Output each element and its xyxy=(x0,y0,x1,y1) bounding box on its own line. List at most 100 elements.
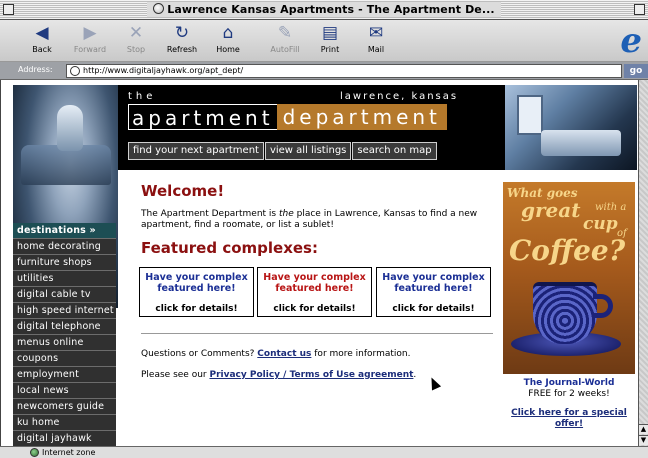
featured-slot-3[interactable]: Have your complex featured here! click f… xyxy=(376,267,491,317)
intro-text: The Apartment Department is the place in… xyxy=(141,209,486,231)
address-bar: Address: http://www.digitaljayhawk.org/a… xyxy=(0,62,648,80)
go-label: go xyxy=(629,66,643,76)
sidebar-item-menus-online[interactable]: menus online xyxy=(13,335,116,351)
privacy-text-end: . xyxy=(413,370,417,380)
sidebar-item-coupons[interactable]: coupons xyxy=(13,351,116,367)
autofill-icon: ✎ xyxy=(277,23,293,43)
address-url: http://www.digitaljayhawk.org/apt_dept/ xyxy=(83,66,244,75)
top-nav: find your next apartment view all listin… xyxy=(128,142,438,160)
zoom-box[interactable] xyxy=(634,4,645,15)
home-icon: ⌂ xyxy=(222,23,234,43)
featured-slot-details: click for details! xyxy=(155,304,238,314)
brand-department: department xyxy=(276,104,447,130)
mouse-cursor-icon xyxy=(426,375,442,391)
intro-text-emphasis: the xyxy=(278,209,294,219)
sidebar-item-furniture-shops[interactable]: furniture shops xyxy=(13,255,116,271)
globe-icon xyxy=(153,3,165,14)
questions-text: Questions or Comments? Contact us for mo… xyxy=(141,349,410,359)
sidebar-item-local-news[interactable]: local news xyxy=(13,383,116,399)
sidebar-item-ku-home[interactable]: ku home xyxy=(13,415,116,431)
featured-heading: Featured complexes: xyxy=(141,239,318,257)
scroll-up-arrow-icon[interactable]: ▲ xyxy=(639,424,648,434)
questions-text-end: for more information. xyxy=(311,349,411,359)
sidebar-item-employment[interactable]: employment xyxy=(13,367,116,383)
photo-sofa xyxy=(21,145,111,185)
ad-great: great xyxy=(521,198,581,222)
sidebar-item-digital-cable-tv[interactable]: digital cable tv xyxy=(13,287,116,303)
nav-search-map[interactable]: search on map xyxy=(352,142,437,160)
coffee-cup-handle xyxy=(593,294,613,318)
featured-slot-details: click for details! xyxy=(392,304,475,314)
page-icon xyxy=(70,66,80,76)
welcome-heading: Welcome! xyxy=(141,182,225,200)
sidebar-item-newcomers-guide[interactable]: newcomers guide xyxy=(13,399,116,415)
header-photo-right xyxy=(505,85,637,170)
refresh-icon: ↻ xyxy=(174,23,190,43)
mail-button[interactable]: ✉ Mail xyxy=(356,23,396,54)
photo-window xyxy=(517,95,543,135)
journal-world-name: The Journal-World xyxy=(523,378,615,388)
privacy-text-start: Please see our xyxy=(141,370,210,380)
content-divider xyxy=(141,333,493,334)
journal-world-offer: FREE for 2 weeks! xyxy=(528,389,610,399)
stop-x-icon: ✕ xyxy=(128,23,144,43)
forward-arrow-icon: ▶ xyxy=(83,23,97,43)
featured-slot-title: Have your complex featured here! xyxy=(382,272,485,294)
window-title: Lawrence Kansas Apartments - The Apartme… xyxy=(167,3,495,16)
ad-cup: cup xyxy=(583,214,618,234)
privacy-policy-link[interactable]: Privacy Policy / Terms of Use agreement xyxy=(209,370,413,380)
sidebar-nav: destinations » home decorating furniture… xyxy=(13,223,116,446)
ad-with: with a xyxy=(595,202,627,213)
brand-apartment: apartment xyxy=(128,104,277,130)
browser-logo-icon[interactable]: e xyxy=(620,22,642,60)
brand-the: the xyxy=(128,91,157,102)
sidebar-item-utilities[interactable]: utilities xyxy=(13,271,116,287)
print-button[interactable]: ▤ Print xyxy=(310,23,350,54)
sidebar-item-digital-jayhawk[interactable]: digital jayhawk xyxy=(13,431,116,446)
browser-toolbar: ◀ Back ▶ Forward ✕ Stop ↻ Refresh ⌂ Home… xyxy=(0,20,648,62)
back-button[interactable]: ◀ Back xyxy=(22,23,62,54)
intro-text-start: The Apartment Department is xyxy=(141,209,279,219)
sidebar-item-digital-telephone[interactable]: digital telephone xyxy=(13,319,116,335)
questions-text-start: Questions or Comments? xyxy=(141,349,258,359)
sidebar-item-destinations[interactable]: destinations » xyxy=(13,223,116,239)
address-label: Address: xyxy=(18,65,53,74)
home-button[interactable]: ⌂ Home xyxy=(208,23,248,54)
sidebar-item-home-decorating[interactable]: home decorating xyxy=(13,239,116,255)
site-logo[interactable]: apartment department xyxy=(128,104,447,130)
vertical-scrollbar[interactable]: ▲ ▼ xyxy=(638,80,648,446)
status-bar: Internet zone xyxy=(0,446,648,458)
sidebar-item-high-speed-internet[interactable]: high speed internet xyxy=(13,303,116,319)
refresh-button[interactable]: ↻ Refresh xyxy=(162,23,202,54)
photo-person xyxy=(57,105,83,151)
ad-coffee: Coffee? xyxy=(509,234,626,267)
coffee-ad-banner[interactable]: What goes great with a cup of Coffee? xyxy=(503,182,635,374)
nav-find-apartment[interactable]: find your next apartment xyxy=(128,142,264,160)
contact-us-link[interactable]: Contact us xyxy=(257,349,311,359)
back-arrow-icon: ◀ xyxy=(35,23,49,43)
site-header: the lawrence, kansas apartment departmen… xyxy=(118,85,637,170)
window-title-container: Lawrence Kansas Apartments - The Apartme… xyxy=(147,2,501,17)
internet-zone-icon xyxy=(30,448,39,457)
privacy-text: Please see our Privacy Policy / Terms of… xyxy=(141,370,416,380)
brand-city: lawrence, kansas xyxy=(340,91,459,102)
journal-world-promo: The Journal-World FREE for 2 weeks! xyxy=(503,378,635,400)
autofill-button[interactable]: ✎ AutoFill xyxy=(265,23,305,54)
stop-button[interactable]: ✕ Stop xyxy=(116,23,156,54)
featured-slot-1[interactable]: Have your complex featured here! click f… xyxy=(139,267,254,317)
security-zone-label: Internet zone xyxy=(42,448,96,457)
scroll-down-arrow-icon[interactable]: ▼ xyxy=(639,435,648,445)
forward-button[interactable]: ▶ Forward xyxy=(70,23,110,54)
photo-couch xyxy=(541,130,621,156)
featured-slot-2[interactable]: Have your complex featured here! click f… xyxy=(257,267,372,317)
mail-icon: ✉ xyxy=(368,23,384,43)
special-offer-link[interactable]: Click here for a special offer! xyxy=(511,408,627,429)
window-title-bar[interactable]: Lawrence Kansas Apartments - The Apartme… xyxy=(0,0,648,20)
address-input[interactable]: http://www.digitaljayhawk.org/apt_dept/ xyxy=(66,64,622,78)
featured-slot-title: Have your complex featured here! xyxy=(145,272,248,294)
special-offer-container: Click here for a special offer! xyxy=(503,408,635,430)
nav-view-listings[interactable]: view all listings xyxy=(264,142,352,160)
page-viewport: the lawrence, kansas apartment departmen… xyxy=(0,80,638,446)
go-button[interactable]: go xyxy=(624,64,648,78)
featured-slot-title: Have your complex featured here! xyxy=(263,272,366,294)
